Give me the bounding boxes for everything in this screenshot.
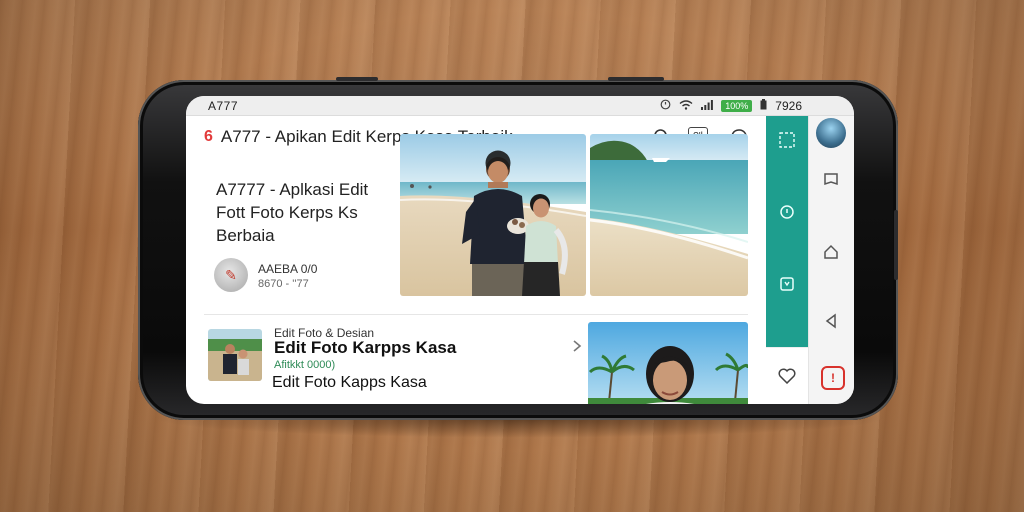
report-flag-icon[interactable]: ! bbox=[821, 366, 845, 390]
battery-indicator: 100% bbox=[721, 100, 753, 112]
author-meta: 8670 - ''77 bbox=[258, 278, 309, 290]
hero-title-line-1: A7777 - Aplkasi Edit bbox=[216, 180, 369, 199]
refresh-icon[interactable] bbox=[777, 202, 797, 222]
status-time-right: 7926 bbox=[775, 99, 802, 113]
wifi-icon bbox=[679, 99, 693, 113]
phone-screen: A777 100% 7926 6 A777 - Apikan Edit Kerp… bbox=[186, 96, 854, 404]
profile-avatar[interactable] bbox=[816, 118, 846, 148]
hero-title[interactable]: A7777 - Aplkasi Edit Fott Foto Kerps Ks … bbox=[216, 178, 396, 247]
phone-top-button-left bbox=[336, 77, 378, 81]
home-icon[interactable] bbox=[821, 242, 841, 262]
hero-title-line-3: Berbaia bbox=[216, 226, 275, 245]
status-time-left: A777 bbox=[208, 99, 239, 113]
phone-top-button-right bbox=[608, 77, 664, 81]
battery-icon bbox=[760, 99, 767, 113]
system-nav-column: ! bbox=[808, 116, 854, 404]
author-name: AAEBA 0/0 bbox=[258, 262, 318, 276]
beach-couple-photo[interactable] bbox=[400, 134, 586, 296]
accent-side-rail bbox=[766, 116, 808, 347]
brush-icon: ✎ bbox=[225, 266, 237, 283]
couple-thumbnail[interactable] bbox=[208, 329, 262, 381]
palm-woman-photo[interactable] bbox=[588, 322, 748, 404]
status-bar: A777 100% 7926 bbox=[186, 96, 854, 116]
hero-title-line-2: Fott Foto Kerps Ks bbox=[216, 203, 358, 222]
back-icon[interactable] bbox=[821, 311, 841, 331]
status-indicators: 100% 7926 bbox=[660, 99, 802, 113]
section-divider bbox=[204, 314, 748, 315]
save-icon[interactable] bbox=[777, 274, 797, 294]
chevron-right-icon[interactable] bbox=[572, 339, 582, 356]
signal-icon bbox=[701, 99, 714, 113]
author-avatar[interactable]: ✎ bbox=[214, 258, 248, 292]
list-item-title[interactable]: Edit Foto Karpps Kasa bbox=[274, 338, 456, 358]
square-icon[interactable] bbox=[821, 170, 841, 190]
grid-icon[interactable] bbox=[777, 130, 797, 150]
list-item-title-secondary[interactable]: Edit Foto Kapps Kasa bbox=[272, 374, 427, 392]
list-item-subtitle: Afitkkt 0000) bbox=[274, 359, 336, 371]
beach-sea-photo[interactable] bbox=[590, 134, 748, 296]
alarm-icon bbox=[660, 99, 671, 113]
app-logo-icon: 6 bbox=[204, 128, 213, 145]
rail-bottom-area bbox=[766, 347, 808, 404]
heart-icon[interactable] bbox=[777, 366, 797, 386]
phone-side-button bbox=[894, 210, 898, 280]
main-content: 6 A777 - Apikan Edit Kerps Kasa Terbaik … bbox=[186, 116, 766, 404]
